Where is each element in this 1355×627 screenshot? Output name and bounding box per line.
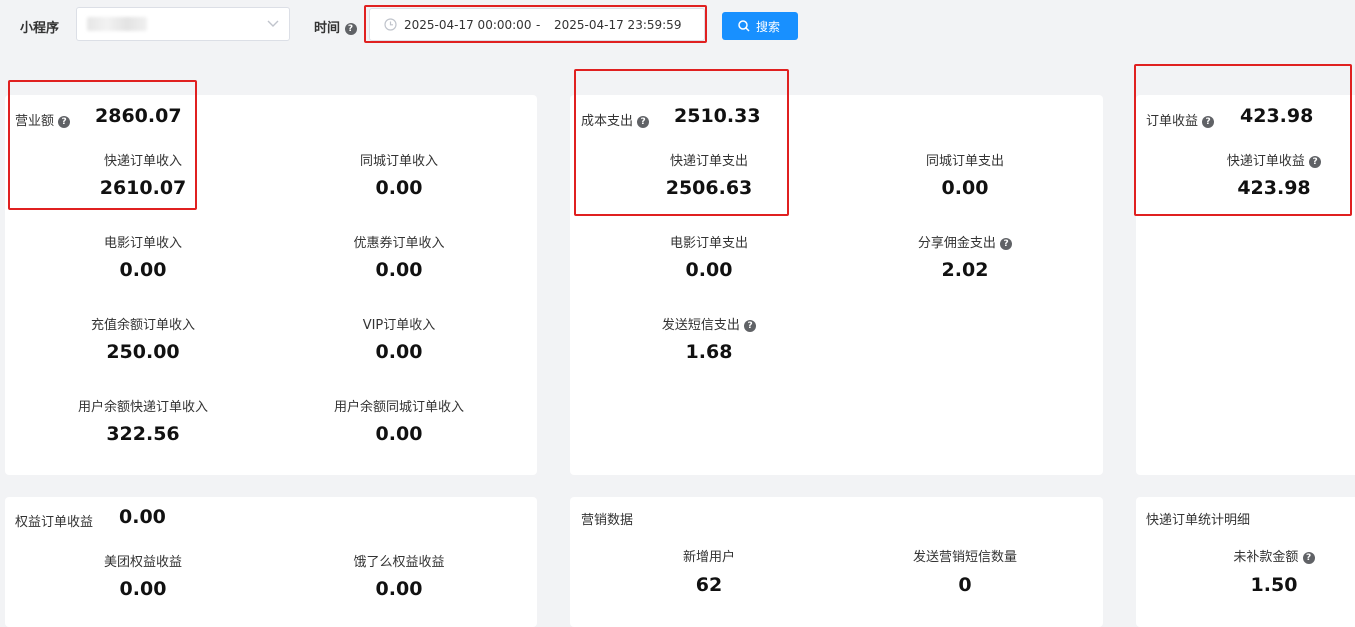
stat-value: 1.50: [1250, 574, 1298, 596]
stat-label: 新增用户: [682, 550, 735, 565]
stat-value: 62: [695, 574, 723, 596]
stat-value: 0.00: [375, 578, 423, 600]
miniprogram-select[interactable]: [76, 7, 290, 41]
date-start-input[interactable]: 2025-04-17 00:00:00: [404, 18, 531, 32]
stat-label: 美团权益收益: [103, 555, 182, 570]
stat-value: 0.00: [941, 177, 989, 199]
help-icon[interactable]: ?: [344, 22, 357, 35]
stat-label: 电影订单收入: [103, 236, 182, 251]
express-detail-title: 快递订单统计明细: [1146, 513, 1251, 528]
stat-label: 充值余额订单收入: [90, 318, 195, 333]
stat-label: 用户余额同城订单收入: [333, 400, 464, 415]
revenue-total: 2860.07: [95, 105, 182, 127]
chevron-down-icon: [267, 20, 279, 27]
marketing-title: 营销数据: [581, 513, 634, 528]
stat-label: 发送短信支出 ?: [584, 314, 834, 333]
clock-icon: [384, 18, 397, 31]
date-range-picker[interactable]: 2025-04-17 00:00:00 - 2025-04-17 23:59:5…: [369, 8, 705, 41]
stat-value: 1.68: [685, 341, 733, 363]
stat-label: 同城订单支出: [925, 154, 1004, 169]
cost-title: 成本支出 ?: [581, 110, 650, 129]
help-icon[interactable]: ?: [1309, 155, 1322, 168]
search-button-label: 搜索: [756, 20, 781, 34]
stat-value: 2610.07: [99, 177, 187, 199]
rights-title: 权益订单收益: [15, 515, 94, 530]
stat-label: 优惠券订单收入: [353, 236, 445, 251]
stat-label: 快递订单收益 ?: [1149, 150, 1355, 169]
stat-value: 0.00: [119, 259, 167, 281]
miniprogram-value-blurred: [87, 17, 147, 31]
help-icon[interactable]: ?: [1000, 237, 1013, 250]
stat-value: 423.98: [1237, 177, 1311, 199]
cost-total: 2510.33: [674, 105, 761, 127]
help-icon[interactable]: ?: [1202, 115, 1215, 128]
miniprogram-label: 小程序: [20, 21, 60, 36]
stat-value: 0.00: [375, 259, 423, 281]
help-icon[interactable]: ?: [744, 319, 757, 332]
help-icon[interactable]: ?: [58, 115, 71, 128]
revenue-title: 营业额 ?: [15, 110, 71, 129]
stat-value: 0.00: [375, 177, 423, 199]
stat-label: 未补款金额 ?: [1149, 546, 1355, 565]
stat-value: 0.00: [375, 423, 423, 445]
stat-label: 分享佣金支出 ?: [840, 232, 1090, 251]
stat-value: 250.00: [106, 341, 180, 363]
stat-label: 快递订单收入: [103, 154, 182, 169]
stat-value: 0: [958, 574, 972, 596]
stat-label: VIP订单收入: [362, 318, 436, 333]
help-icon[interactable]: ?: [637, 115, 650, 128]
stat-value: 2506.63: [665, 177, 753, 199]
profit-total: 423.98: [1240, 105, 1314, 127]
search-icon: [738, 20, 750, 32]
stat-label: 同城订单收入: [359, 154, 438, 169]
profit-title: 订单收益 ?: [1146, 110, 1215, 129]
stat-label: 用户余额快递订单收入: [77, 400, 208, 415]
stat-value: 0.00: [375, 341, 423, 363]
stat-value: 0.00: [119, 578, 167, 600]
search-button[interactable]: 搜索: [722, 12, 798, 40]
help-icon[interactable]: ?: [1302, 551, 1315, 564]
stat-value: 0.00: [685, 259, 733, 281]
stat-label: 发送营销短信数量: [912, 550, 1017, 565]
stat-label: 饿了么权益收益: [353, 555, 445, 570]
date-separator: -: [536, 18, 541, 32]
time-label: 时间 ?: [314, 17, 357, 36]
stat-value: 2.02: [941, 259, 989, 281]
rights-total: 0.00: [119, 506, 166, 528]
stat-label: 快递订单支出: [669, 154, 748, 169]
date-end-input[interactable]: 2025-04-17 23:59:59: [554, 18, 681, 32]
stat-label: 电影订单支出: [669, 236, 748, 251]
stat-value: 322.56: [106, 423, 180, 445]
